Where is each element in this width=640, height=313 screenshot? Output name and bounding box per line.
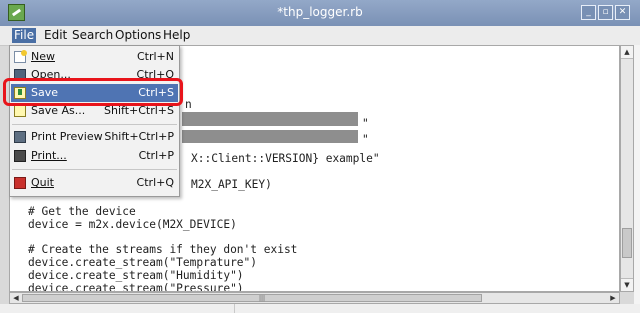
- menu-file[interactable]: File: [12, 28, 37, 43]
- menu-item-new[interactable]: New Ctrl+N: [11, 48, 178, 66]
- scroll-down-icon[interactable]: ▼: [621, 278, 633, 291]
- menu-item-label: New: [31, 50, 55, 63]
- code-line: ": [362, 133, 369, 146]
- menu-item-print-preview[interactable]: Print Preview Shift+Ctrl+P: [11, 128, 178, 146]
- shortcut-label: Ctrl+N: [136, 50, 174, 63]
- shortcut-label: Shift+Ctrl+P: [104, 130, 174, 143]
- divider: [234, 304, 235, 313]
- code-line: device = m2x.device(M2X_DEVICE): [28, 218, 237, 231]
- scroll-right-icon[interactable]: ▶: [607, 293, 619, 303]
- code-line: X::Client::VERSION} example": [191, 152, 380, 165]
- window-title: *thp_logger.rb: [277, 5, 363, 19]
- menu-separator: [12, 124, 177, 125]
- maximize-button[interactable]: ▫: [598, 5, 613, 20]
- code-line: # Create the streams if they don't exist: [28, 243, 298, 256]
- grip-icon: |||: [259, 295, 266, 302]
- title-bar: *thp_logger.rb _ ▫ ✕: [0, 0, 640, 26]
- menu-bar: File Edit Search Options Help: [0, 26, 640, 46]
- menu-separator: [12, 169, 177, 170]
- horizontal-scrollbar[interactable]: ◀ ||| ▶: [9, 292, 620, 304]
- vertical-scrollbar[interactable]: ▲ ▼: [620, 45, 634, 292]
- code-line: device.create_stream("Humidity"): [28, 269, 244, 282]
- menu-item-label: Print...: [31, 149, 67, 162]
- menu-options[interactable]: Options: [113, 28, 163, 43]
- menu-item-quit[interactable]: Quit Ctrl+Q: [11, 174, 178, 192]
- print-preview-icon: [14, 131, 26, 143]
- menu-edit[interactable]: Edit: [42, 28, 69, 43]
- menu-help[interactable]: Help: [161, 28, 192, 43]
- scroll-left-icon[interactable]: ◀: [10, 293, 22, 303]
- code-line: device.create_stream("Pressure"): [28, 282, 244, 292]
- code-line: n: [185, 98, 192, 111]
- redacted-block: [182, 130, 358, 143]
- new-file-icon: [14, 50, 27, 63]
- shortcut-label: Ctrl+P: [138, 149, 174, 162]
- code-line: device.create_stream("Temprature"): [28, 256, 258, 269]
- minimize-button[interactable]: _: [581, 5, 596, 20]
- file-menu: New Ctrl+N Open... Ctrl+O Save Ctrl+S Sa…: [9, 45, 180, 197]
- menu-item-label: Quit: [31, 176, 54, 189]
- menu-item-print[interactable]: Print... Ctrl+P: [11, 147, 178, 165]
- highlight-annotation: [3, 78, 183, 106]
- quit-icon: [14, 177, 26, 189]
- close-button[interactable]: ✕: [615, 5, 630, 20]
- save-as-icon: [14, 105, 26, 117]
- code-line: # Get the device: [28, 205, 136, 218]
- menu-item-label: Print Preview: [31, 130, 103, 143]
- scroll-up-icon[interactable]: ▲: [621, 46, 633, 59]
- code-line: M2X_API_KEY): [191, 178, 272, 191]
- scroll-thumb[interactable]: |||: [22, 294, 482, 302]
- code-line: ": [362, 117, 369, 130]
- status-strip: [0, 304, 640, 313]
- menu-search[interactable]: Search: [70, 28, 115, 43]
- background-window: [634, 45, 640, 304]
- print-icon: [14, 150, 26, 162]
- scroll-thumb[interactable]: [622, 228, 632, 258]
- redacted-block: [182, 112, 358, 126]
- shortcut-label: Ctrl+Q: [136, 176, 174, 189]
